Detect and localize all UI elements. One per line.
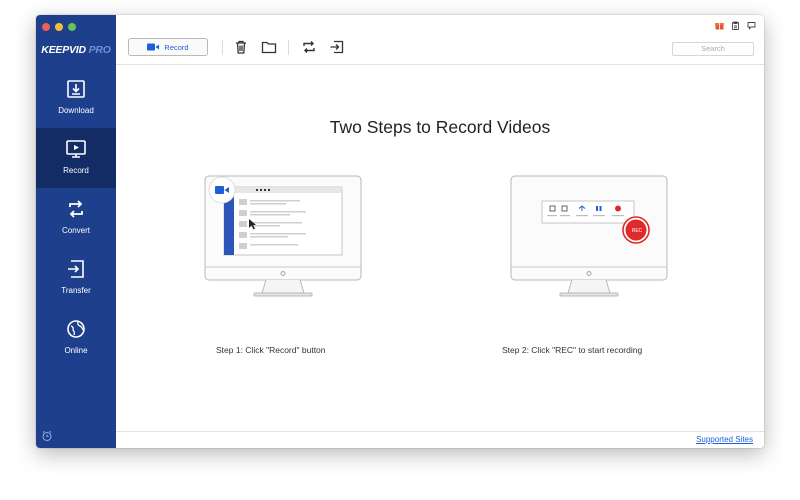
record-icon bbox=[66, 140, 86, 158]
sidebar-item-download[interactable]: Download bbox=[36, 68, 116, 128]
step2-illustration: REC bbox=[510, 175, 668, 297]
minimize-window-button[interactable] bbox=[55, 23, 63, 31]
download-icon bbox=[67, 80, 85, 98]
window-controls bbox=[42, 23, 76, 31]
record-button[interactable]: Record bbox=[128, 38, 208, 56]
logo-main: KEEPVID bbox=[41, 44, 86, 56]
feedback-icon[interactable] bbox=[747, 21, 756, 30]
gift-icon[interactable] bbox=[715, 21, 724, 30]
sidebar-item-record[interactable]: Record bbox=[36, 128, 116, 188]
sidebar-item-label: Transfer bbox=[61, 286, 91, 295]
trash-icon[interactable] bbox=[233, 39, 249, 55]
app-logo: KEEPVID PRO bbox=[36, 44, 116, 56]
step1-illustration bbox=[204, 175, 362, 297]
toolbar-divider bbox=[222, 40, 223, 55]
app-window: KEEPVID PRO Download Record Convert Tran… bbox=[36, 15, 764, 448]
transfer-toolbar-icon[interactable] bbox=[329, 39, 345, 55]
page-title: Two Steps to Record Videos bbox=[329, 117, 551, 137]
search-input[interactable]: Search bbox=[672, 42, 754, 56]
sidebar: KEEPVID PRO Download Record Convert Tran… bbox=[36, 15, 116, 448]
main-area: Record Search Two Steps to Record Videos… bbox=[116, 15, 764, 448]
video-camera-icon bbox=[147, 43, 160, 51]
globe-icon bbox=[67, 320, 85, 338]
sidebar-item-online[interactable]: Online bbox=[36, 308, 116, 368]
transfer-icon bbox=[68, 260, 84, 278]
sidebar-item-label: Convert bbox=[61, 226, 90, 235]
folder-icon[interactable] bbox=[261, 39, 277, 55]
sidebar-item-label: Record bbox=[63, 166, 89, 175]
footer: Supported Sites bbox=[116, 431, 764, 448]
clipboard-icon[interactable] bbox=[731, 21, 740, 30]
zoom-window-button[interactable] bbox=[68, 23, 76, 31]
close-window-button[interactable] bbox=[42, 23, 50, 31]
sidebar-item-convert[interactable]: Convert bbox=[36, 188, 116, 248]
toolbar: Record Search bbox=[116, 15, 764, 65]
step1-text: Step 1: Click "Record" button bbox=[216, 345, 326, 355]
toolbar-divider bbox=[288, 40, 289, 55]
supported-sites-link[interactable]: Supported Sites bbox=[696, 435, 753, 444]
alarm-clock-icon[interactable] bbox=[41, 430, 53, 442]
top-right-icons bbox=[715, 21, 756, 30]
convert-icon bbox=[69, 200, 83, 218]
record-button-label: Record bbox=[164, 42, 189, 52]
rec-label: REC bbox=[632, 228, 643, 234]
sidebar-item-label: Download bbox=[58, 106, 94, 115]
sidebar-item-label: Online bbox=[64, 346, 88, 355]
sidebar-item-transfer[interactable]: Transfer bbox=[36, 248, 116, 308]
logo-suffix: PRO bbox=[88, 44, 111, 56]
step2-text: Step 2: Click "REC" to start recording bbox=[502, 345, 643, 355]
convert-toolbar-icon[interactable] bbox=[301, 39, 317, 55]
